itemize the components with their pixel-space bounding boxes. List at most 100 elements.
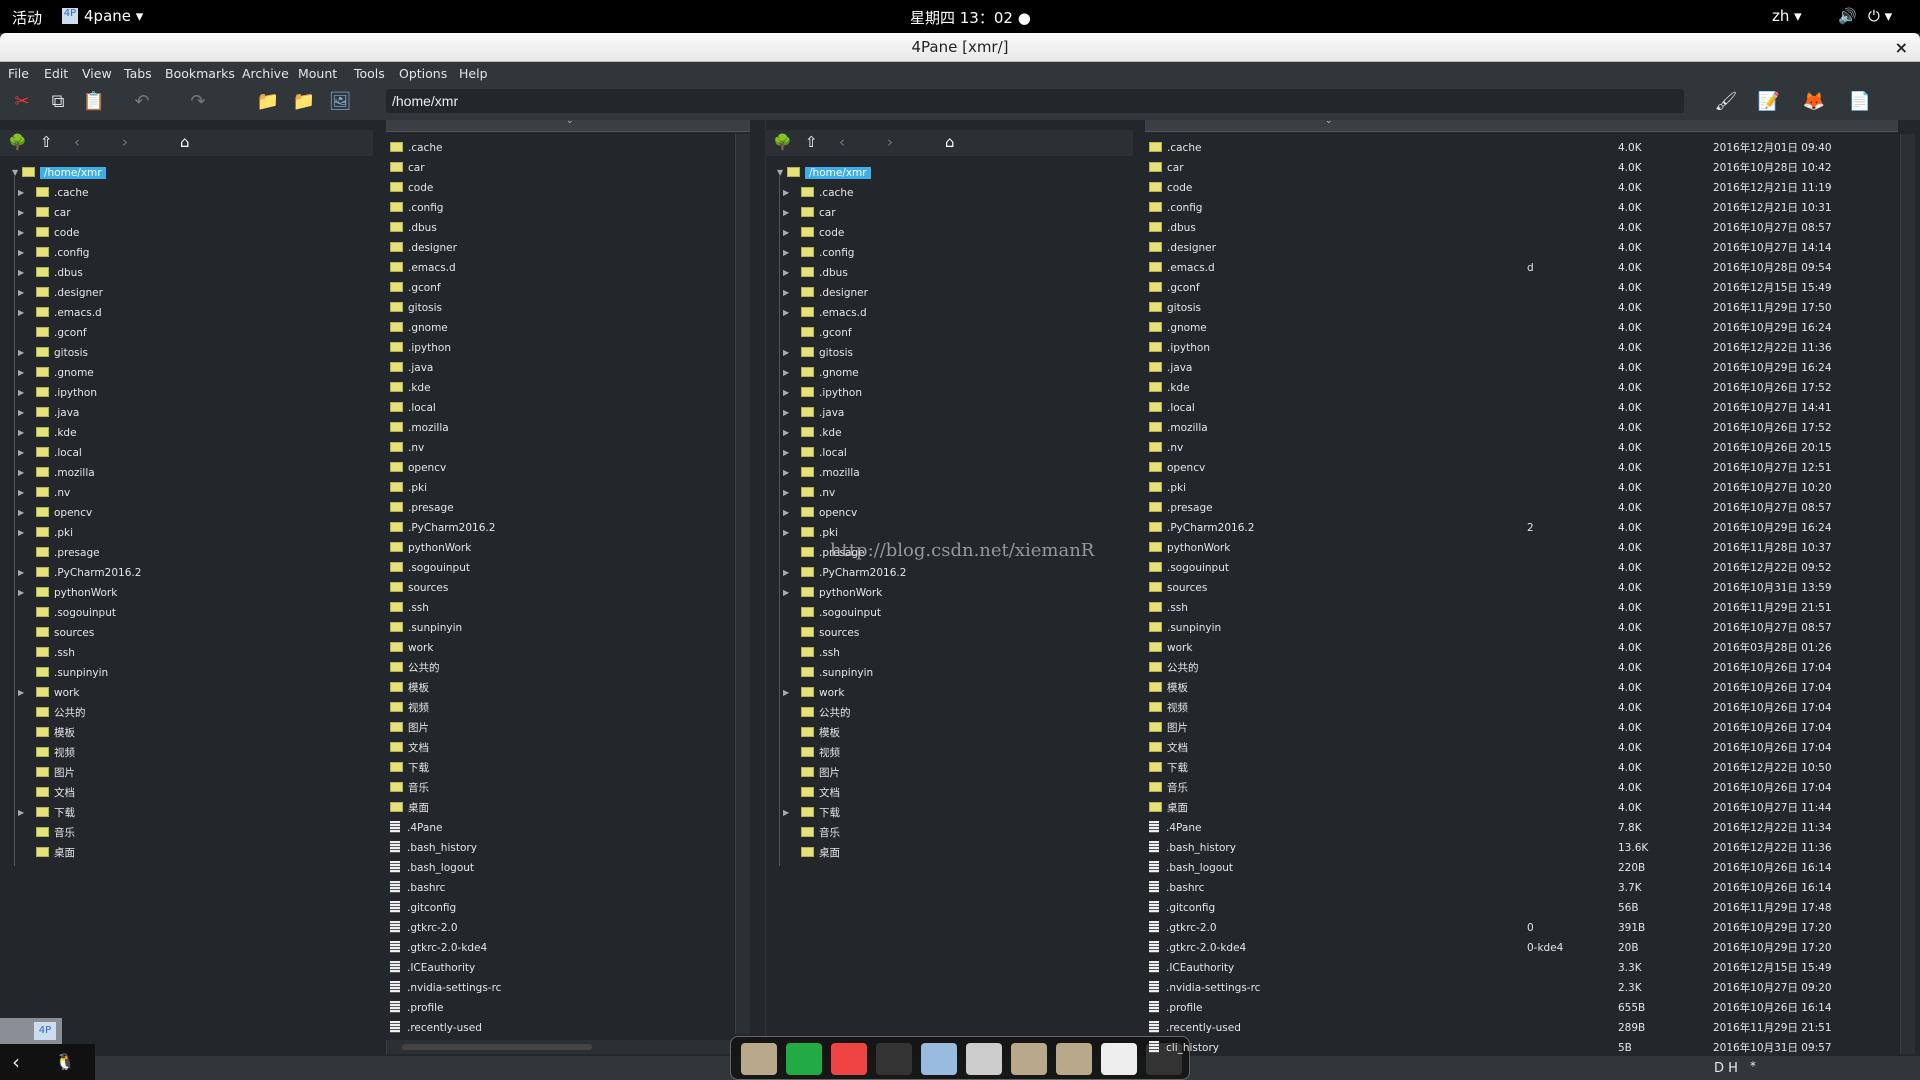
- menu-edit[interactable]: Edit: [44, 66, 68, 81]
- tree-item-gnome[interactable]: ▶ .gnome: [18, 363, 94, 383]
- up-icon[interactable]: ⇧: [805, 133, 818, 151]
- list-item[interactable]: .gitconfig 56B 2016年11月29日 17:48: [1145, 898, 1895, 918]
- list-item[interactable]: 图片: [386, 718, 731, 738]
- tree-item-templates[interactable]: 模板: [18, 723, 75, 743]
- tree-item-kde[interactable]: ▶ .kde: [783, 423, 842, 443]
- expand-arrow-icon[interactable]: ▶: [783, 283, 791, 303]
- list-item[interactable]: pythonWork: [386, 538, 731, 558]
- file-cabinet-dock-icon[interactable]: [966, 1043, 1002, 1075]
- expand-arrow-icon[interactable]: ▶: [18, 523, 26, 543]
- workspace-thumbnail[interactable]: 4P: [0, 1018, 62, 1044]
- forward-icon[interactable]: ›: [887, 133, 893, 151]
- list-item[interactable]: car 4.0K 2016年10月28日 10:42: [1145, 158, 1895, 178]
- delete-folder-icon[interactable]: 📁: [292, 90, 316, 114]
- tree-item-sunpinyin[interactable]: .sunpinyin: [18, 663, 108, 683]
- list-item[interactable]: 下载 4.0K 2016年12月22日 10:50: [1145, 758, 1895, 778]
- tree-item-car[interactable]: ▶ car: [18, 203, 71, 223]
- expand-arrow-icon[interactable]: ▶: [783, 183, 791, 203]
- list-item[interactable]: .nv: [386, 438, 731, 458]
- tree-item-config[interactable]: ▶ .config: [18, 243, 89, 263]
- list-item[interactable]: .sogouinput 4.0K 2016年12月22日 09:52: [1145, 558, 1895, 578]
- vertical-scrollbar[interactable]: [735, 134, 750, 1034]
- list-item[interactable]: gitosis: [386, 298, 731, 318]
- list-item[interactable]: .emacs.d d 4.0K 2016年10月28日 09:54: [1145, 258, 1895, 278]
- expand-arrow-icon[interactable]: ▶: [18, 403, 26, 423]
- expand-arrow-icon[interactable]: ▶: [18, 243, 26, 263]
- tree-item-docs[interactable]: 文档: [18, 783, 75, 803]
- list-item[interactable]: .mozilla: [386, 418, 731, 438]
- list-item[interactable]: 视频: [386, 698, 731, 718]
- expand-arrow-icon[interactable]: ▶: [783, 423, 791, 443]
- menu-tabs[interactable]: Tabs: [124, 66, 152, 81]
- tree-item-public[interactable]: 公共的: [783, 703, 851, 723]
- menu-bookmarks[interactable]: Bookmarks: [165, 66, 235, 81]
- tree-item-mozilla[interactable]: ▶ .mozilla: [783, 463, 860, 483]
- list-item[interactable]: code 4.0K 2016年12月21日 11:19: [1145, 178, 1895, 198]
- tree-item-desktop[interactable]: 桌面: [18, 843, 75, 863]
- expand-arrow-icon[interactable]: ▶: [783, 383, 791, 403]
- list-item[interactable]: .cache: [386, 138, 731, 158]
- tree-item-presage[interactable]: .presage: [783, 543, 865, 563]
- list-item[interactable]: .bashrc 3.7K 2016年10月26日 16:14: [1145, 878, 1895, 898]
- volume-icon[interactable]: 🔊: [1838, 7, 1857, 25]
- tree-item-gnome[interactable]: ▶ .gnome: [783, 363, 859, 383]
- list-item[interactable]: work 4.0K 2016年03月28日 01:26: [1145, 638, 1895, 658]
- list-item[interactable]: .nv 4.0K 2016年10月26日 20:15: [1145, 438, 1895, 458]
- tree-item-cache[interactable]: ▶ .cache: [783, 183, 853, 203]
- list-item[interactable]: .4Pane 7.8K 2016年12月22日 11:34: [1145, 818, 1895, 838]
- list-item[interactable]: .PyCharm2016.2: [386, 518, 731, 538]
- list-item[interactable]: .java 4.0K 2016年10月29日 16:24: [1145, 358, 1895, 378]
- list-item[interactable]: .local: [386, 398, 731, 418]
- list-item[interactable]: .gitconfig: [386, 898, 731, 918]
- tree-item-pictures[interactable]: 图片: [18, 763, 75, 783]
- home-icon[interactable]: ⌂: [945, 133, 955, 151]
- tree-root[interactable]: ▼/home/xmr: [777, 163, 871, 183]
- new-folder-icon[interactable]: 📁: [256, 90, 280, 114]
- list-item[interactable]: .bash_history: [386, 838, 731, 858]
- copy-icon[interactable]: ⧉: [46, 90, 70, 114]
- tree-item-public[interactable]: 公共的: [18, 703, 86, 723]
- list-item[interactable]: .gtkrc-2.0-kde4 0-kde4 20B 2016年10月29日 17:2…: [1145, 938, 1895, 958]
- expand-arrow-icon[interactable]: ▶: [783, 303, 791, 323]
- tree-item-cache[interactable]: ▶ .cache: [18, 183, 88, 203]
- expand-arrow-icon[interactable]: ▶: [783, 343, 791, 363]
- expand-arrow-icon[interactable]: ▶: [18, 463, 26, 483]
- tree-item-java[interactable]: ▶ .java: [783, 403, 844, 423]
- penguin-icon[interactable]: 🐧: [55, 1052, 75, 1071]
- list-item[interactable]: 桌面: [386, 798, 731, 818]
- list-item[interactable]: .gtkrc-2.0: [386, 918, 731, 938]
- expand-arrow-icon[interactable]: ▶: [783, 203, 791, 223]
- back-icon[interactable]: ‹: [839, 133, 845, 151]
- tree-item-videos[interactable]: 视频: [783, 743, 840, 763]
- menu-mount[interactable]: Mount: [298, 66, 337, 81]
- expand-arrow-icon[interactable]: ▶: [783, 683, 791, 703]
- list-item[interactable]: .config: [386, 198, 731, 218]
- tree-item-pycharm[interactable]: ▶ .PyCharm2016.2: [18, 563, 141, 583]
- expand-arrow-icon[interactable]: ▶: [783, 223, 791, 243]
- file-list-header[interactable]: ⌄: [386, 116, 750, 132]
- menu-archive[interactable]: Archive: [242, 66, 289, 81]
- list-item[interactable]: .ICEauthority: [386, 958, 731, 978]
- list-item[interactable]: .bash_history 13.6K 2016年12月22日 11:36: [1145, 838, 1895, 858]
- tree-item-ssh[interactable]: .ssh: [18, 643, 75, 663]
- tree-item-opencv[interactable]: ▶ opencv: [783, 503, 857, 523]
- list-item[interactable]: .sunpinyin 4.0K 2016年10月27日 08:57: [1145, 618, 1895, 638]
- list-item[interactable]: cli_history 5B 2016年10月31日 09:57: [1145, 1038, 1895, 1058]
- tree-item-dbus[interactable]: ▶ .dbus: [18, 263, 83, 283]
- vertical-scrollbar[interactable]: [1900, 134, 1915, 1054]
- tree-item-music[interactable]: 音乐: [18, 823, 75, 843]
- tree-item-ipython[interactable]: ▶ .ipython: [18, 383, 97, 403]
- kate-icon[interactable]: 🖌: [1714, 90, 1738, 114]
- expand-arrow-icon[interactable]: ▶: [18, 483, 26, 503]
- list-item[interactable]: .dbus: [386, 218, 731, 238]
- sort-chevron-icon[interactable]: ⌄: [566, 116, 574, 126]
- tree-item-templates[interactable]: 模板: [783, 723, 840, 743]
- list-item[interactable]: .gconf 4.0K 2016年12月15日 15:49: [1145, 278, 1895, 298]
- list-item[interactable]: 公共的 4.0K 2016年10月26日 17:04: [1145, 658, 1895, 678]
- list-item[interactable]: .kde: [386, 378, 731, 398]
- expand-arrow-icon[interactable]: ▶: [783, 403, 791, 423]
- docs-folder-dock-icon[interactable]: [1011, 1043, 1047, 1075]
- list-item[interactable]: car: [386, 158, 731, 178]
- expand-arrow-icon[interactable]: ▶: [783, 483, 791, 503]
- tree-item-gitosis[interactable]: ▶ gitosis: [783, 343, 853, 363]
